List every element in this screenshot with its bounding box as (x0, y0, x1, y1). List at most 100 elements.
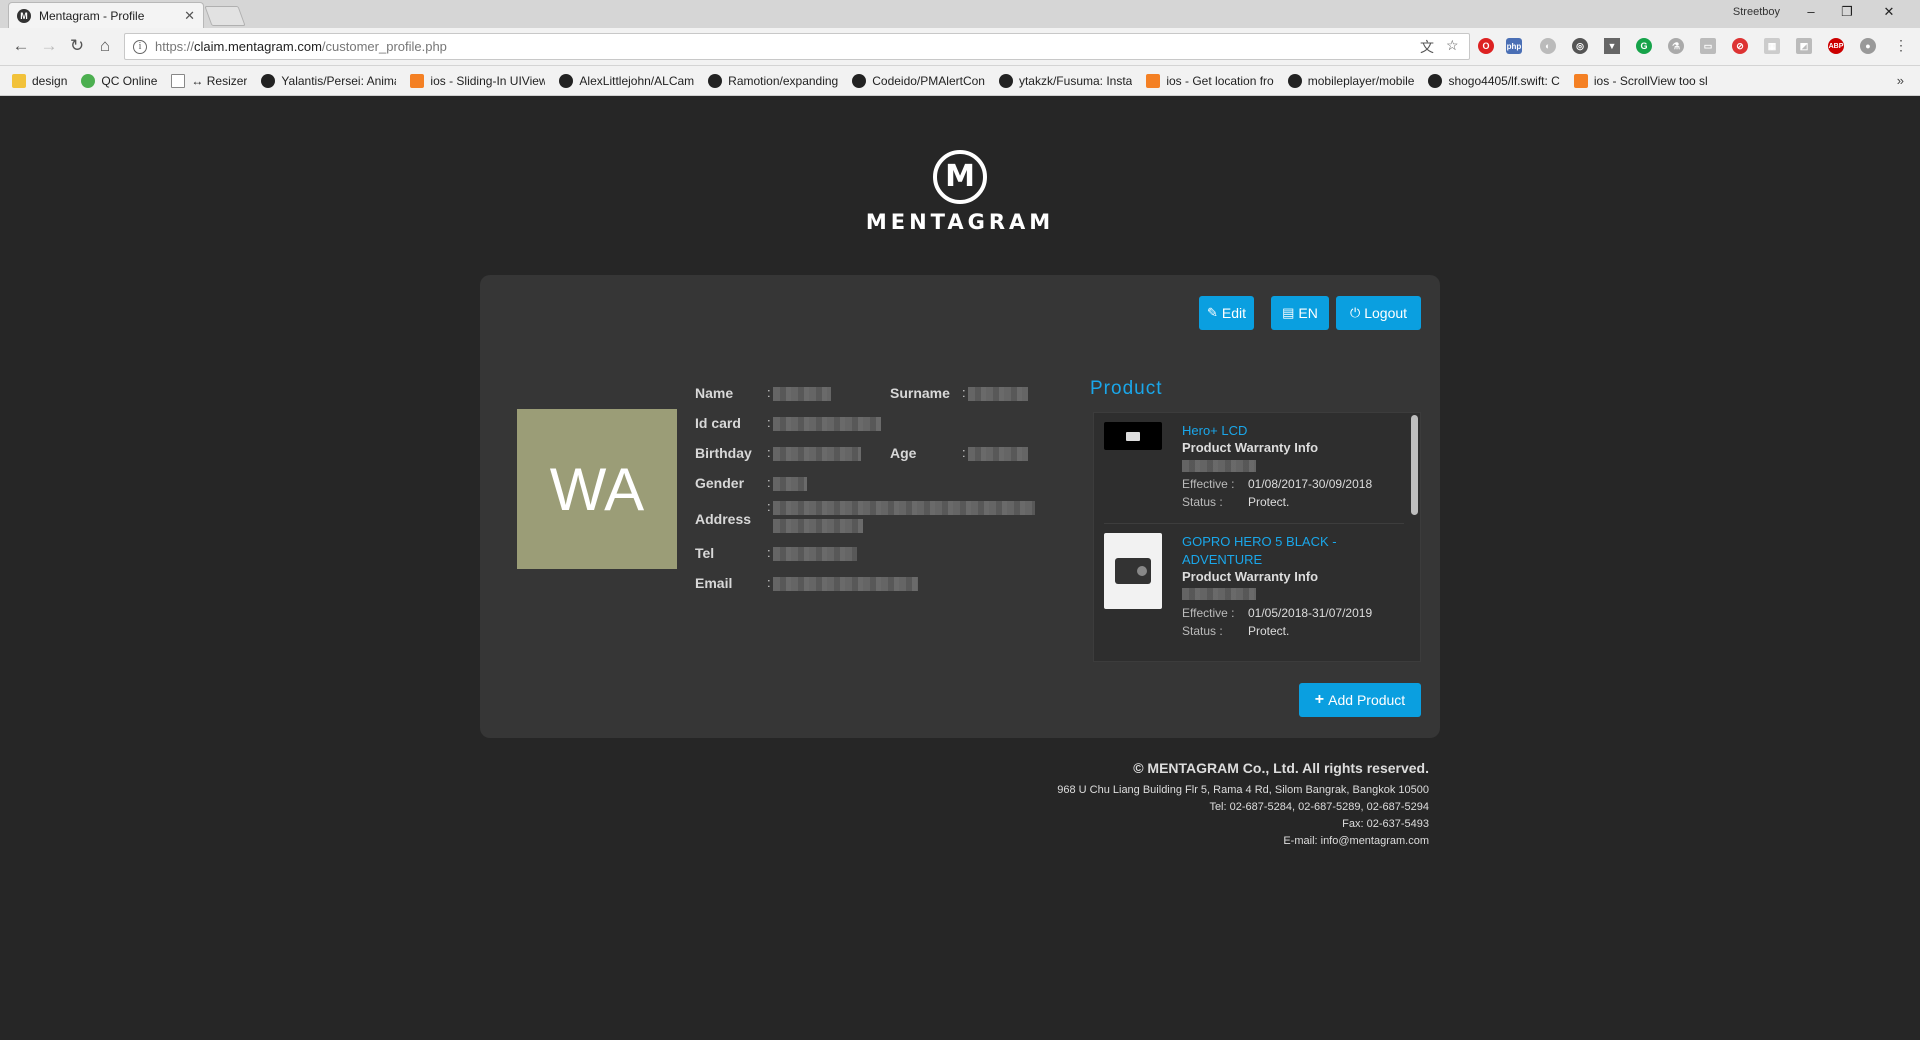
edit-button[interactable]: ✎ Edit (1199, 296, 1254, 330)
effective-value: 01/08/2017-30/09/2018 (1248, 477, 1373, 491)
camera-icon (1126, 431, 1140, 441)
colon: : (767, 499, 771, 514)
logo-wordmark: MENTAGRAM (865, 210, 1055, 234)
birthday-label: Birthday (695, 445, 752, 461)
bookmark-item[interactable]: ios - Get location fro (1146, 73, 1274, 88)
id-card-value-redacted (773, 417, 881, 431)
bookmark-item[interactable]: mobileplayer/mobile (1287, 73, 1414, 88)
colon: : (767, 545, 771, 560)
bookmark-item[interactable]: design (12, 73, 67, 88)
adblock-extension-icon[interactable]: ABP (1828, 38, 1844, 54)
block-extension-icon[interactable]: ⊘ (1732, 38, 1748, 54)
effective-value: 01/05/2018-31/07/2019 (1248, 606, 1373, 620)
github-icon (708, 73, 723, 88)
browser-tab[interactable]: M Mentagram - Profile ✕ (8, 2, 204, 28)
colon: : (767, 385, 771, 400)
address-line-1-redacted (773, 501, 1035, 515)
bookmark-item[interactable]: AlexLittlejohn/ALCam (559, 73, 694, 88)
more-bookmarks-icon[interactable]: » (1897, 73, 1904, 88)
extension-icon[interactable]: ▭ (1700, 38, 1716, 54)
bookmark-item[interactable]: ytakzk/Fusuma: Insta (998, 73, 1133, 88)
reload-icon[interactable]: ↻ (66, 36, 88, 56)
product-name[interactable]: GOPRO HERO 5 BLACK - ADVENTURE (1182, 533, 1402, 569)
status-value: Protect. (1248, 495, 1290, 509)
product-heading: Product (1090, 378, 1163, 399)
home-icon[interactable]: ⌂ (94, 36, 116, 56)
extension-icon[interactable]: ⚗ (1668, 38, 1684, 54)
page-icon (171, 73, 186, 88)
github-icon (852, 73, 867, 88)
email-label: Email (695, 575, 733, 591)
grammarly-extension-icon[interactable]: G (1636, 38, 1652, 54)
bookmark-item[interactable]: Codeido/PMAlertCon (852, 73, 985, 88)
browser-profile-name[interactable]: Streetboy (1733, 6, 1780, 18)
bookmark-item[interactable]: QC Online (81, 73, 157, 88)
translate-icon[interactable]: 文 (1420, 37, 1434, 57)
forward-icon[interactable]: → (38, 36, 60, 56)
bookmark-item[interactable]: Ramotion/expanding (708, 73, 839, 88)
compass-extension-icon[interactable]: ◎ (1572, 38, 1588, 54)
product-list-scrollbar[interactable] (1410, 413, 1420, 661)
product-item[interactable]: Hero+ LCD Product Warranty Info Effectiv… (1104, 422, 1404, 524)
extension-icon[interactable]: ◐ (1540, 38, 1556, 54)
bookmark-label: ios - ScrollView too sl (1593, 73, 1708, 88)
camera-icon (1115, 558, 1151, 584)
footer-fax: Fax: 02-637-5493 (1342, 818, 1429, 830)
extension-icon[interactable]: ◩ (1796, 38, 1812, 54)
language-button[interactable]: ▤ EN (1271, 296, 1329, 330)
bookmark-item[interactable]: ↔ Resizer (171, 73, 248, 88)
logout-label: Logout (1364, 305, 1408, 321)
logout-button[interactable]: ⏻ Logout (1336, 296, 1421, 330)
product-item[interactable]: GOPRO HERO 5 BLACK - ADVENTURE Product W… (1104, 533, 1404, 643)
vue-extension-icon[interactable]: ▼ (1604, 38, 1620, 54)
mentagram-favicon-icon: M (17, 8, 31, 23)
bookmark-label: Ramotion/expanding (728, 73, 839, 88)
menu-icon[interactable]: ⋮ (1894, 37, 1908, 54)
extension-icon[interactable]: ● (1860, 38, 1876, 54)
opera-extension-icon[interactable]: O (1478, 38, 1494, 54)
github-icon (261, 73, 276, 88)
gender-label: Gender (695, 475, 745, 491)
url-host: claim.mentagram.com (194, 39, 322, 54)
product-name[interactable]: Hero+ LCD (1182, 422, 1402, 440)
serial-redacted (1182, 588, 1256, 600)
folder-icon (12, 73, 26, 88)
scrollbar-thumb[interactable] (1411, 415, 1418, 515)
product-list[interactable]: Hero+ LCD Product Warranty Info Effectiv… (1093, 412, 1421, 662)
language-label: EN (1298, 305, 1318, 321)
close-window-icon[interactable]: ✕ (1874, 4, 1904, 20)
tel-label: Tel (695, 545, 715, 561)
php-extension-icon[interactable]: php (1506, 38, 1522, 54)
extension-icon[interactable]: ▦ (1764, 38, 1780, 54)
bookmark-label: ytakzk/Fusuma: Insta (1018, 73, 1133, 88)
mentagram-logo[interactable]: M MENTAGRAM (864, 150, 1056, 234)
footer: © MENTAGRAM Co., Ltd. All rights reserve… (1057, 760, 1429, 850)
avatar: WA (517, 409, 677, 569)
close-tab-icon[interactable]: ✕ (184, 8, 195, 24)
minimize-icon[interactable]: – (1796, 4, 1826, 19)
site-info-icon[interactable]: i (133, 39, 147, 54)
back-icon[interactable]: ← (10, 36, 32, 56)
bookmark-item[interactable]: Yalantis/Persei: Anima (261, 73, 396, 88)
surname-value-redacted (968, 387, 1028, 401)
bookmark-item[interactable]: shogo4405/lf.swift: C (1428, 73, 1560, 88)
bookmark-item[interactable]: ios - Sliding-In UIView (410, 73, 545, 88)
tab-title: Mentagram - Profile (39, 8, 145, 23)
bookmark-item[interactable]: ios - ScrollView too sl (1573, 73, 1708, 88)
product-subtitle: Product Warranty Info (1182, 440, 1319, 455)
add-product-button[interactable]: + Add Product (1299, 683, 1421, 717)
effective-label: Effective : (1182, 606, 1235, 620)
bookmark-label: Codeido/PMAlertCon (872, 73, 985, 88)
bookmark-label: shogo4405/lf.swift: C (1448, 73, 1560, 88)
status-row: Status : Protect. (1182, 495, 1289, 509)
new-tab-button[interactable] (204, 6, 246, 26)
address-line-2-redacted (773, 519, 863, 533)
bookmark-label: ↔ Resizer (191, 73, 248, 88)
address-bar[interactable]: i https://claim.mentagram.com/customer_p… (124, 33, 1470, 60)
avatar-initials: WA (549, 455, 645, 523)
serial-redacted (1182, 460, 1256, 472)
bookmark-star-icon[interactable]: ☆ (1446, 37, 1459, 54)
footer-email: E-mail: info@mentagram.com (1283, 835, 1429, 847)
effective-row: Effective : 01/05/2018-31/07/2019 (1182, 606, 1372, 620)
restore-icon[interactable]: ❐ (1832, 4, 1862, 20)
